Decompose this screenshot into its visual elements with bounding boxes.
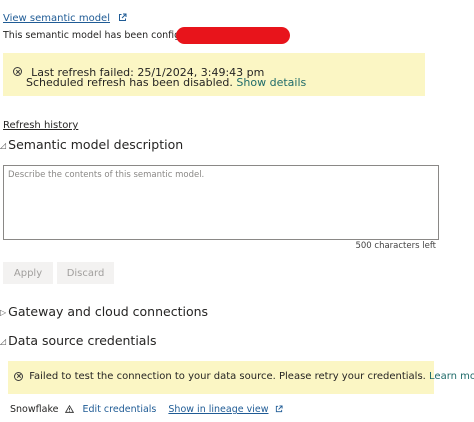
refresh-history-row: Refresh history xyxy=(3,113,78,132)
edit-credentials-link[interactable]: Edit credentials xyxy=(83,404,157,415)
refresh-history-link[interactable]: Refresh history xyxy=(3,120,78,131)
characters-left-counter: 500 characters left xyxy=(355,241,436,251)
view-semantic-model-link[interactable]: View semantic model xyxy=(3,13,110,24)
gateway-section-title: Gateway and cloud connections xyxy=(8,304,209,319)
credentials-failed-banner: Failed to test the connection to your da… xyxy=(8,361,474,394)
error-circle-icon xyxy=(13,67,22,76)
gateway-section-header[interactable]: ▷ Gateway and cloud connections xyxy=(0,304,208,319)
expand-triangle-icon: ▷ xyxy=(0,308,7,317)
refresh-settings-page: View semantic model This semantic model … xyxy=(0,0,474,422)
show-in-lineage-link[interactable]: Show in lineage view xyxy=(168,404,268,415)
external-link-icon[interactable] xyxy=(118,13,127,22)
learn-more-link[interactable]: Learn more xyxy=(429,371,474,382)
description-section-header[interactable]: ◿ Semantic model description xyxy=(0,137,183,152)
credentials-failed-line: Failed to test the connection to your da… xyxy=(14,371,474,382)
error-circle-icon xyxy=(14,371,23,381)
view-semantic-model-row: View semantic model xyxy=(3,6,127,25)
warning-triangle-icon xyxy=(65,405,75,413)
discard-button[interactable]: Discard xyxy=(57,262,114,284)
redacted-owner xyxy=(176,27,290,44)
description-textarea[interactable] xyxy=(3,165,439,240)
credentials-section-header[interactable]: ◿ Data source credentials xyxy=(0,333,156,348)
refresh-failed-banner: Last refresh failed: 25/1/2024, 3:49:43 … xyxy=(3,53,425,96)
collapse-triangle-icon: ◿ xyxy=(0,141,7,150)
description-section-title: Semantic model description xyxy=(8,137,184,152)
collapse-triangle-icon: ◿ xyxy=(0,337,7,346)
data-source-name: Snowflake xyxy=(10,404,59,415)
external-link-icon[interactable] xyxy=(275,405,283,413)
data-source-row: Snowflake Edit credentials Show in linea… xyxy=(10,404,283,415)
apply-button[interactable]: Apply xyxy=(3,262,53,284)
show-details-link[interactable]: Show details xyxy=(236,76,306,89)
scheduled-refresh-disabled-text: Scheduled refresh has been disabled. xyxy=(26,76,233,89)
scheduled-refresh-line: Scheduled refresh has been disabled. Sho… xyxy=(26,76,306,89)
credentials-section-title: Data source credentials xyxy=(8,333,157,348)
connection-failed-text: Failed to test the connection to your da… xyxy=(29,371,426,382)
